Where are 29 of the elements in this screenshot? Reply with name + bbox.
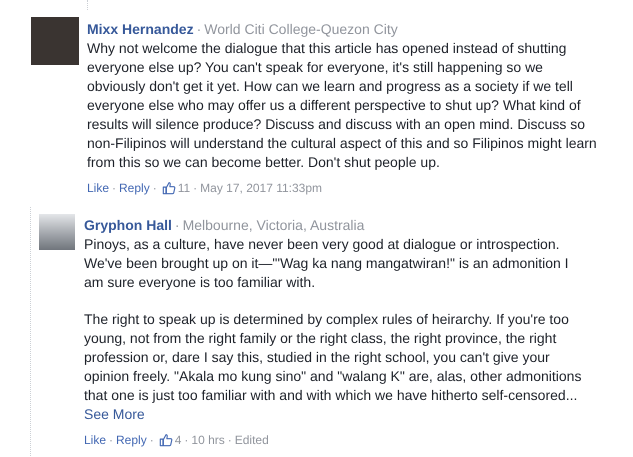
separator-dot: · xyxy=(174,217,180,233)
like-count: 11 xyxy=(178,180,190,196)
edited-label[interactable]: Edited xyxy=(234,432,269,448)
thumbs-up-icon xyxy=(162,181,176,195)
separator-dot: · xyxy=(152,180,157,196)
separator-dot: · xyxy=(193,180,198,196)
author-name-link[interactable]: Gryphon Hall xyxy=(84,217,172,233)
comment-action-link[interactable]: Like xyxy=(84,432,106,448)
comment-action-link[interactable]: Reply xyxy=(116,432,147,448)
like-count: 4 xyxy=(174,432,182,448)
thumbs-up-icon xyxy=(158,433,173,447)
separator-dot: · xyxy=(228,432,232,448)
see-more-link[interactable]: See More xyxy=(84,406,145,422)
timestamp-link[interactable]: 10 hrs xyxy=(191,432,225,448)
separator-dot: · xyxy=(150,432,154,448)
comment-text: The right to speak up is determined by complex rules of heirarchy. If you're too young, not from the right family or the right class, the right province, the right profession or, dare I say this, studied in the right school, you can't give your opinion freely. "Akala mo kung sino" and "walang K" are, alas, other admonitions that one is just too familiar with and with which we have hitherto self-censored... See More xyxy=(84,310,582,424)
timestamp-link[interactable]: May 17, 2017 11:33pm xyxy=(200,180,322,196)
comment-text: Why not welcome the dialogue that this article has opened instead of shutting everyone else up? You can't speak for everyone, it's still happening so we obviously don't get it yet. How can we learn and progress as a society if we tell everyone else who may offer us a different perspective to shut up? What kind of results will silence produce? Discuss and discuss with an open mind. Discuss so non-Filipinos will understand the cultural aspect of this and so Filipinos might learn from this so we can become better. Don't shut people up. xyxy=(87,39,598,172)
author-affiliation: World Citi College-Quezon City xyxy=(204,21,398,37)
comment-action-link[interactable]: Reply xyxy=(119,180,150,196)
separator-dot: · xyxy=(109,432,114,448)
author-name-link[interactable]: Mixx Hernandez xyxy=(87,21,194,37)
separator-dot: · xyxy=(196,21,202,37)
author-affiliation: Melbourne, Victoria, Australia xyxy=(182,217,364,233)
separator-dot: · xyxy=(112,180,116,196)
avatar-photo-placeholder[interactable] xyxy=(39,214,75,250)
comment-text: Pinoys, as a culture, have never been very good at dialogue or introspection. We've been brought up on it—"'Wag ka nang mangatwiran!" is an admonition I am sure everyone is too familiar with. xyxy=(84,235,570,292)
separator-dot: · xyxy=(184,432,188,448)
comment-action-link[interactable]: Like xyxy=(87,180,110,196)
